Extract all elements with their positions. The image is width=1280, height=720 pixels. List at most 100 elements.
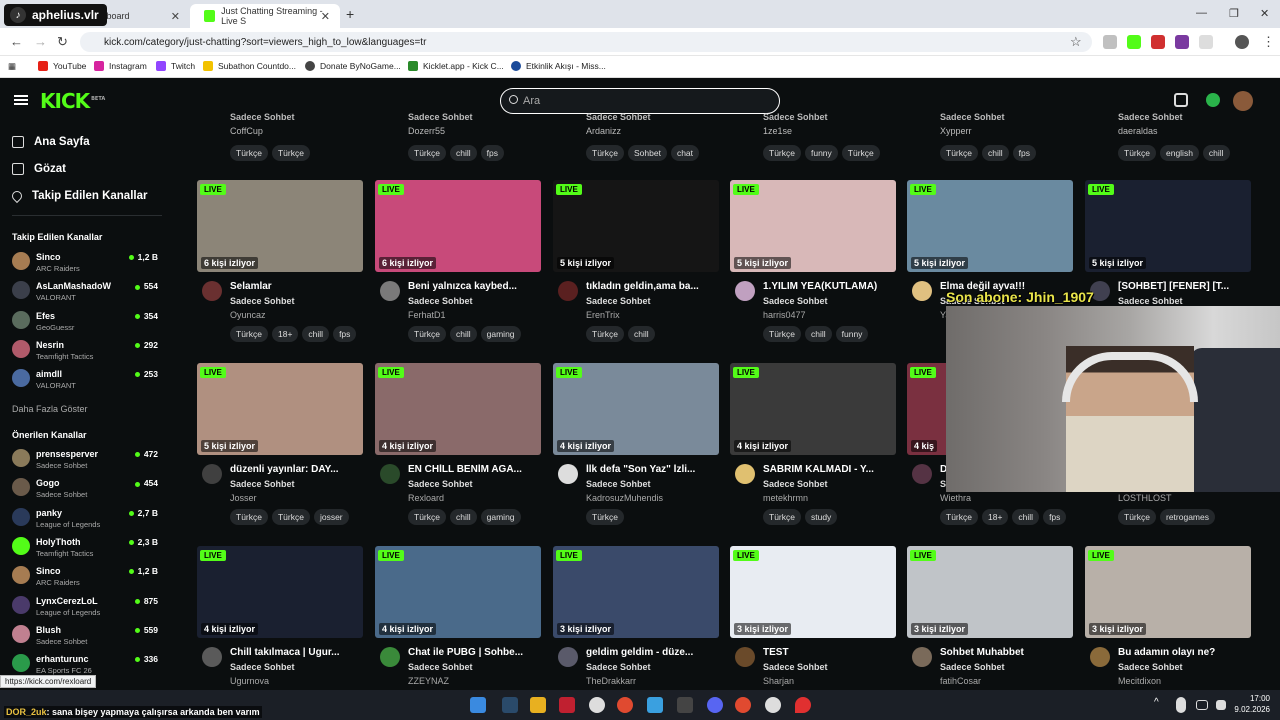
- tag-chip[interactable]: chill: [804, 326, 832, 342]
- chrome-icon[interactable]: [617, 697, 633, 713]
- nav-browse[interactable]: Gözat: [12, 163, 66, 175]
- bookmark-etkinlik[interactable]: Etkinlik Akışı - Miss...: [511, 61, 606, 71]
- tag-chip[interactable]: fps: [1012, 145, 1036, 161]
- nav-following[interactable]: Takip Edilen Kanallar: [9, 188, 147, 204]
- streamer-name[interactable]: ZZEYNAZ: [408, 676, 449, 686]
- sidebar-channel-aslanmashadow[interactable]: AsLanMashadoW VALORANT 554: [12, 277, 162, 305]
- stream-category[interactable]: Sadece Sohbet: [940, 662, 1005, 672]
- streamer-name[interactable]: Josser: [230, 493, 257, 503]
- back-icon[interactable]: ←: [10, 34, 23, 49]
- stream-card[interactable]: LIVE 3 kişi izliyor geldim geldim - düze..…: [553, 546, 721, 690]
- stream-thumbnail[interactable]: LIVE 6 kişi izliyor: [197, 180, 363, 272]
- stream-card[interactable]: LIVE 4 kişi izliyor İlk defa "Son Yaz" İzl…: [553, 363, 721, 533]
- sidebar-channel-aimdll[interactable]: aimdll VALORANT 253: [12, 365, 162, 393]
- stream-card[interactable]: LIVE 5 kişi izliyor düzenli yayınlar: DAY.…: [197, 363, 365, 533]
- stream-card[interactable]: LIVE 3 kişi izliyor TEST Sadece Sohbet Sharj…: [730, 546, 898, 690]
- tag-chip[interactable]: Türkçe: [841, 145, 880, 161]
- stream-thumbnail[interactable]: LIVE 5 kişi izliyor: [1085, 180, 1251, 272]
- tag-chip[interactable]: retrogames: [1159, 509, 1215, 525]
- streamer-avatar[interactable]: [202, 464, 222, 484]
- tag-chip[interactable]: chill: [981, 145, 1009, 161]
- app-icon[interactable]: [647, 697, 663, 713]
- extension-shield-icon[interactable]: [1103, 35, 1117, 49]
- stream-title[interactable]: İlk defa "Son Yaz" İzli...: [586, 464, 721, 475]
- sidebar-channel-sinco[interactable]: Sinco ARC Raiders 1,2 B: [12, 562, 162, 590]
- sidebar-channel-gogo[interactable]: Gogo Sadece Sohbet 454: [12, 474, 162, 502]
- extension-red-icon[interactable]: [1151, 35, 1165, 49]
- gift-icon[interactable]: [1174, 93, 1188, 107]
- streamer-avatar[interactable]: [202, 647, 222, 667]
- tag-chip[interactable]: funny: [804, 145, 838, 161]
- tag-chip[interactable]: chill: [449, 509, 477, 525]
- stream-thumbnail[interactable]: LIVE 5 kişi izliyor: [730, 180, 896, 272]
- stream-thumbnail[interactable]: LIVE 4 kişi izliyor: [197, 546, 363, 638]
- new-tab-icon[interactable]: +: [346, 6, 354, 22]
- partial-stream-card[interactable]: Sadece Sohbet daeraldas: [1118, 112, 1183, 136]
- stream-card[interactable]: LIVE 4 kişi izliyor Chill takılmaca | Ugur…: [197, 546, 365, 690]
- stream-thumbnail[interactable]: LIVE 4 kişi izliyor: [730, 363, 896, 455]
- streamer-avatar[interactable]: [380, 464, 400, 484]
- tag-chip[interactable]: Türkçe: [763, 509, 801, 525]
- streamer-name[interactable]: ErenTrix: [586, 310, 620, 320]
- extension-kick-icon[interactable]: [1127, 35, 1141, 49]
- tag-chip[interactable]: chat: [670, 145, 700, 161]
- streamer-name[interactable]: Mecitdixon: [1118, 676, 1161, 686]
- stream-thumbnail[interactable]: LIVE 6 kişi izliyor: [375, 180, 541, 272]
- stream-card[interactable]: LIVE 4 kişi izliyor EN CHİLL BENİM AGA... S…: [375, 363, 543, 533]
- partial-stream-card[interactable]: Sadece Sohbet Ardanizz: [586, 112, 651, 136]
- stream-title[interactable]: 1.YILIM YEA(KUTLAMA): [763, 281, 898, 292]
- stream-title[interactable]: Sohbet Muhabbet: [940, 647, 1075, 658]
- streamer-avatar[interactable]: [735, 281, 755, 301]
- tag-chip[interactable]: Türkçe: [586, 145, 624, 161]
- sidebar-channel-panky[interactable]: panky League of Legends 2,7 B: [12, 504, 162, 532]
- stream-category[interactable]: Sadece Sohbet: [763, 479, 828, 489]
- stream-category[interactable]: Sadece Sohbet: [763, 296, 828, 306]
- streamer-avatar[interactable]: [912, 647, 932, 667]
- tag-chip[interactable]: chill: [627, 326, 655, 342]
- tag-chip[interactable]: 18+: [981, 509, 1009, 525]
- stream-title[interactable]: düzenli yayınlar: DAY...: [230, 464, 365, 475]
- search-input[interactable]: Ara: [500, 88, 780, 114]
- stream-title[interactable]: Beni yalnızca kaybed...: [408, 281, 543, 292]
- tag-chip[interactable]: gaming: [480, 326, 521, 342]
- streamer-name[interactable]: Ugurnova: [230, 676, 269, 686]
- tag-chip[interactable]: Türkçe: [271, 509, 310, 525]
- tag-chip[interactable]: Türkçe: [586, 509, 624, 525]
- stream-card[interactable]: LIVE 5 kişi izliyor tıkladın geldin,ama ba…: [553, 180, 721, 350]
- stream-category[interactable]: Sadece Sohbet: [408, 662, 473, 672]
- tag-chip[interactable]: fps: [1043, 509, 1067, 525]
- steam-icon[interactable]: [502, 697, 518, 713]
- partial-stream-card[interactable]: Sadece Sohbet Xypperr: [940, 112, 1005, 136]
- tag-chip[interactable]: chill: [449, 145, 477, 161]
- tag-chip[interactable]: Türkçe: [1118, 509, 1156, 525]
- stream-card[interactable]: LIVE 3 kişi izliyor Bu adamın olayı ne? Sad…: [1085, 546, 1253, 690]
- stream-thumbnail[interactable]: LIVE 3 kişi izliyor: [907, 546, 1073, 638]
- bookmark-star-icon[interactable]: ☆: [1070, 34, 1082, 50]
- bookmark-instagram[interactable]: Instagram: [94, 61, 147, 71]
- streamer-name[interactable]: Wiethra: [940, 493, 971, 503]
- streamer-name[interactable]: LOSTHLOST: [1118, 493, 1172, 503]
- tag-chip[interactable]: funny: [835, 326, 869, 342]
- extension-purple-icon[interactable]: [1175, 35, 1189, 49]
- user-avatar[interactable]: [1233, 91, 1253, 111]
- close-window-icon[interactable]: ✕: [1260, 7, 1269, 20]
- streamer-avatar[interactable]: [558, 464, 578, 484]
- minimize-icon[interactable]: —: [1196, 7, 1207, 19]
- partial-stream-card[interactable]: Sadece Sohbet 1ze1se: [763, 112, 828, 136]
- stream-title[interactable]: EN CHİLL BENİM AGA...: [408, 464, 543, 475]
- streamer-avatar[interactable]: [558, 281, 578, 301]
- sidebar-channel-lynxcerezlol[interactable]: LynxCerezLoL League of Legends 875: [12, 592, 162, 620]
- streamer-name[interactable]: Oyuncaz: [230, 310, 266, 320]
- tag-chip[interactable]: Türkçe: [586, 326, 624, 342]
- tab-just-chatting[interactable]: Just Chatting Streaming - Live S ✕: [190, 4, 340, 28]
- streamer-avatar[interactable]: [735, 647, 755, 667]
- sidebar-channel-holythoth[interactable]: HolyThoth Teamfight Tactics 2,3 B: [12, 533, 162, 561]
- forward-icon[interactable]: →: [34, 34, 47, 49]
- tag-chip[interactable]: fps: [480, 145, 504, 161]
- clock[interactable]: 17:00 9.02.2026: [1234, 693, 1270, 715]
- streamer-avatar[interactable]: [380, 281, 400, 301]
- stream-card[interactable]: LIVE 4 kişi izliyor Chat ile PUBG | Sohbe.…: [375, 546, 543, 690]
- streamer-avatar[interactable]: [912, 281, 932, 301]
- windows-start-icon[interactable]: [470, 697, 486, 713]
- tag-chip[interactable]: Türkçe: [271, 145, 310, 161]
